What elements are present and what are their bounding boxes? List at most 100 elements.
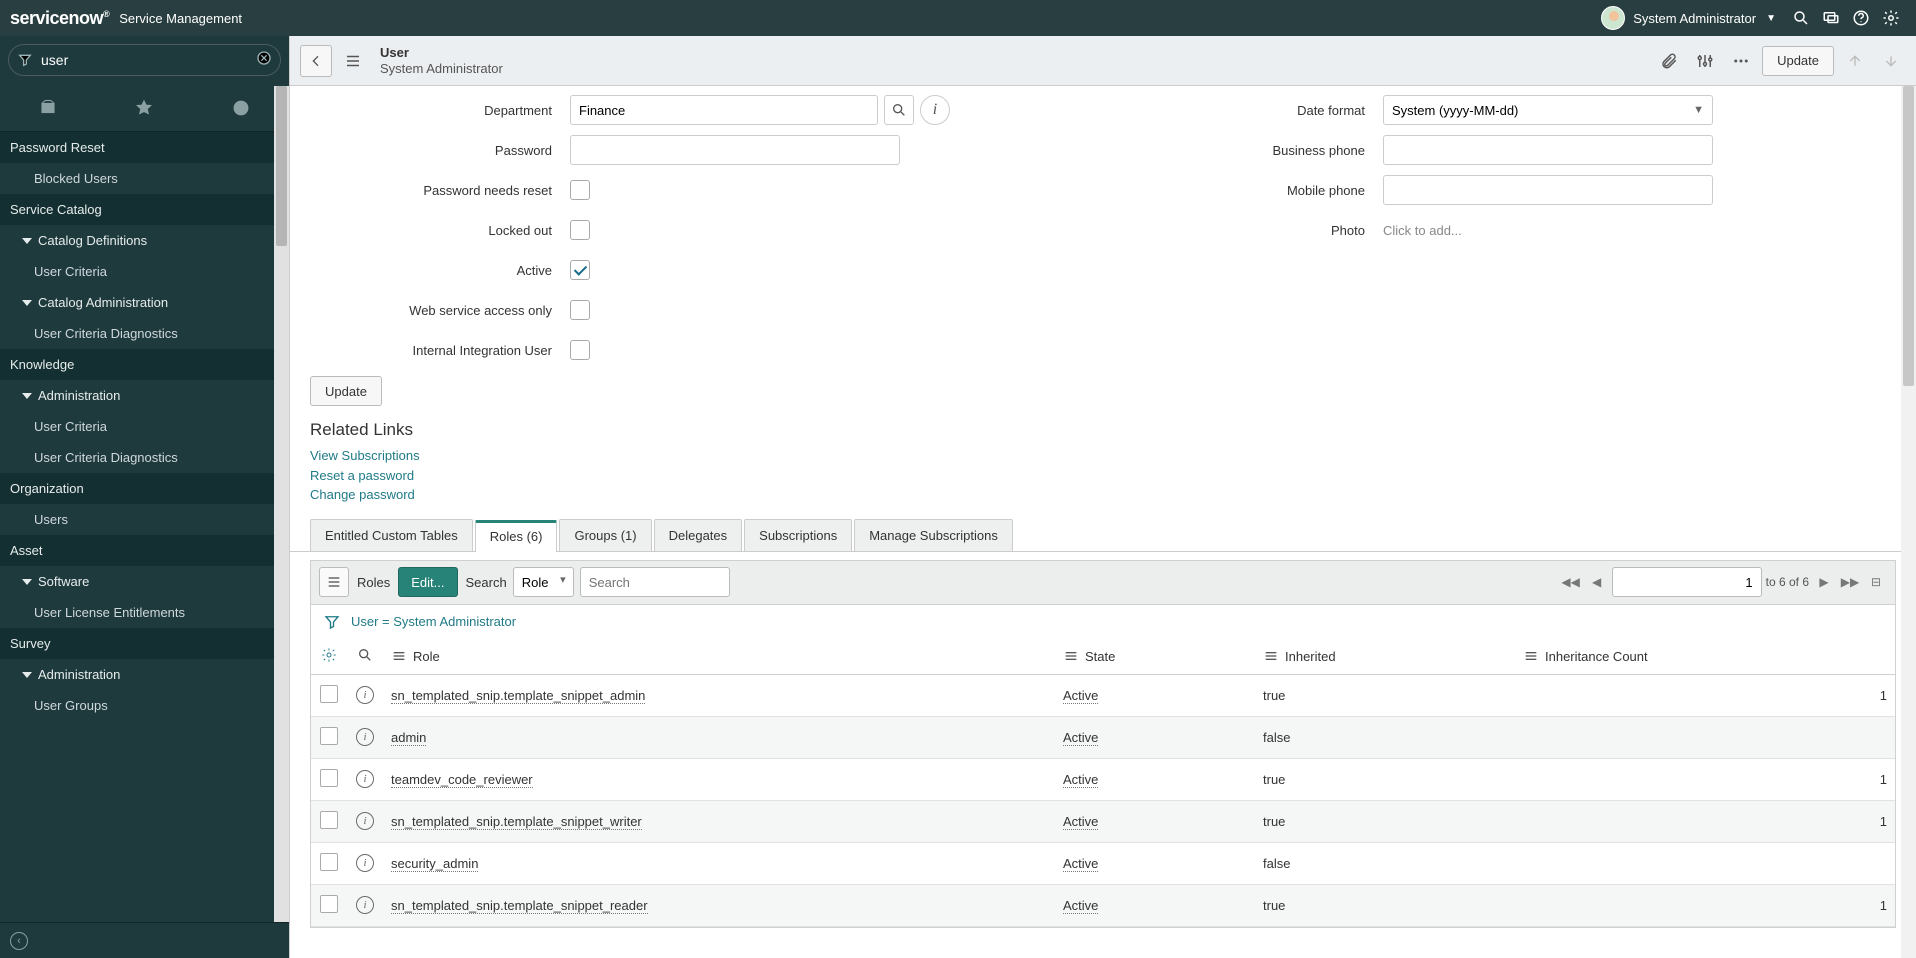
- nav-app[interactable]: Password Reset: [0, 132, 289, 163]
- related-link[interactable]: View Subscriptions: [310, 446, 1896, 466]
- state-link[interactable]: Active: [1063, 688, 1098, 704]
- col-state[interactable]: State: [1055, 639, 1255, 675]
- user-menu[interactable]: System Administrator ▼: [1591, 6, 1786, 30]
- help-icon[interactable]: [1846, 3, 1876, 33]
- header-gear[interactable]: [311, 639, 347, 675]
- back-button[interactable]: [300, 45, 332, 77]
- nav-group[interactable]: Software: [0, 566, 289, 597]
- nav-module[interactable]: User Groups: [0, 690, 289, 721]
- personalize-icon[interactable]: [1690, 46, 1720, 76]
- nav-module[interactable]: Blocked Users: [0, 163, 289, 194]
- role-link[interactable]: sn_templated_snip.template_snippet_write…: [391, 814, 642, 830]
- nav-module[interactable]: Users: [0, 504, 289, 535]
- role-link[interactable]: sn_templated_snip.template_snippet_admin: [391, 688, 645, 704]
- update-button[interactable]: Update: [1762, 46, 1834, 76]
- mobile-phone-input[interactable]: [1383, 175, 1713, 205]
- nav-app[interactable]: Asset: [0, 535, 289, 566]
- nav-module[interactable]: User Criteria: [0, 256, 289, 287]
- search-field-select[interactable]: Role: [513, 567, 574, 597]
- next-record-icon[interactable]: [1876, 46, 1906, 76]
- attachment-icon[interactable]: [1654, 46, 1684, 76]
- search-input[interactable]: [580, 567, 730, 597]
- breadcrumb-text[interactable]: User = System Administrator: [351, 614, 516, 629]
- more-actions-icon[interactable]: [1726, 46, 1756, 76]
- tab[interactable]: Manage Subscriptions: [854, 519, 1013, 551]
- nav-tab-all[interactable]: [0, 84, 96, 131]
- state-link[interactable]: Active: [1063, 856, 1098, 872]
- nav-collapse-icon[interactable]: ‹: [10, 932, 28, 950]
- active-checkbox[interactable]: [570, 260, 590, 280]
- nav-module[interactable]: User Criteria Diagnostics: [0, 318, 289, 349]
- info-icon[interactable]: i: [356, 770, 374, 788]
- role-link[interactable]: admin: [391, 730, 426, 746]
- nav-app[interactable]: Organization: [0, 473, 289, 504]
- role-link[interactable]: teamdev_code_reviewer: [391, 772, 533, 788]
- photo-add-link[interactable]: Click to add...: [1383, 223, 1462, 238]
- department-input[interactable]: [570, 95, 878, 125]
- locked-out-checkbox[interactable]: [570, 220, 590, 240]
- row-checkbox[interactable]: [320, 685, 338, 703]
- chat-icon[interactable]: [1816, 3, 1846, 33]
- info-icon[interactable]: i: [356, 896, 374, 914]
- nav-module[interactable]: User Criteria: [0, 411, 289, 442]
- clear-filter-icon[interactable]: [256, 50, 272, 71]
- nav-app[interactable]: Survey: [0, 628, 289, 659]
- content-scrollbar[interactable]: [1901, 86, 1916, 958]
- edit-button[interactable]: Edit...: [398, 567, 457, 597]
- password-needs-reset-checkbox[interactable]: [570, 180, 590, 200]
- row-checkbox[interactable]: [320, 811, 338, 829]
- state-link[interactable]: Active: [1063, 898, 1098, 914]
- nav-tab-favorites[interactable]: [96, 84, 192, 131]
- nav-group[interactable]: Catalog Administration: [0, 287, 289, 318]
- form-menu-icon[interactable]: [338, 46, 368, 76]
- col-inherited[interactable]: Inherited: [1255, 639, 1515, 675]
- prev-page-icon[interactable]: ◀: [1586, 571, 1608, 593]
- funnel-icon[interactable]: [323, 613, 341, 631]
- next-page-icon[interactable]: ▶: [1813, 571, 1835, 593]
- info-icon[interactable]: i: [356, 728, 374, 746]
- nav-app[interactable]: Knowledge: [0, 349, 289, 380]
- nav-filter-input[interactable]: [41, 52, 248, 68]
- row-checkbox[interactable]: [320, 853, 338, 871]
- first-page-icon[interactable]: ◀◀: [1560, 571, 1582, 593]
- global-search-icon[interactable]: [1786, 3, 1816, 33]
- nav-app[interactable]: Service Catalog: [0, 194, 289, 225]
- list-menu-icon[interactable]: [319, 567, 349, 597]
- page-input[interactable]: [1612, 567, 1762, 597]
- row-checkbox[interactable]: [320, 769, 338, 787]
- info-icon[interactable]: i: [356, 686, 374, 704]
- row-checkbox[interactable]: [320, 727, 338, 745]
- related-link[interactable]: Reset a password: [310, 466, 1896, 486]
- last-page-icon[interactable]: ▶▶: [1839, 571, 1861, 593]
- list-collapse-icon[interactable]: ⊟: [1865, 571, 1887, 593]
- prev-record-icon[interactable]: [1840, 46, 1870, 76]
- state-link[interactable]: Active: [1063, 772, 1098, 788]
- nav-group[interactable]: Administration: [0, 659, 289, 690]
- state-link[interactable]: Active: [1063, 730, 1098, 746]
- nav-module[interactable]: User Criteria Diagnostics: [0, 442, 289, 473]
- nav-scrollbar[interactable]: [274, 86, 289, 922]
- role-link[interactable]: security_admin: [391, 856, 478, 872]
- row-checkbox[interactable]: [320, 895, 338, 913]
- nav-group[interactable]: Administration: [0, 380, 289, 411]
- date-format-select[interactable]: System (yyyy-MM-dd)▼: [1383, 95, 1713, 125]
- nav-group[interactable]: Catalog Definitions: [0, 225, 289, 256]
- nav-tree[interactable]: Password ResetBlocked UsersService Catal…: [0, 132, 289, 922]
- tab[interactable]: Groups (1): [559, 519, 651, 551]
- department-lookup-icon[interactable]: [884, 95, 914, 125]
- header-search-icon[interactable]: [347, 639, 383, 675]
- tab[interactable]: Roles (6): [475, 520, 558, 552]
- col-role[interactable]: Role: [383, 639, 1055, 675]
- gear-icon[interactable]: [1876, 3, 1906, 33]
- info-icon[interactable]: i: [356, 812, 374, 830]
- business-phone-input[interactable]: [1383, 135, 1713, 165]
- integration-user-checkbox[interactable]: [570, 340, 590, 360]
- password-input[interactable]: [570, 135, 900, 165]
- nav-module[interactable]: User License Entitlements: [0, 597, 289, 628]
- col-inheritance-count[interactable]: Inheritance Count: [1515, 639, 1895, 675]
- web-service-checkbox[interactable]: [570, 300, 590, 320]
- department-info-icon[interactable]: i: [920, 95, 950, 125]
- tab[interactable]: Entitled Custom Tables: [310, 519, 473, 551]
- tab[interactable]: Delegates: [654, 519, 743, 551]
- update-button-bottom[interactable]: Update: [310, 376, 382, 406]
